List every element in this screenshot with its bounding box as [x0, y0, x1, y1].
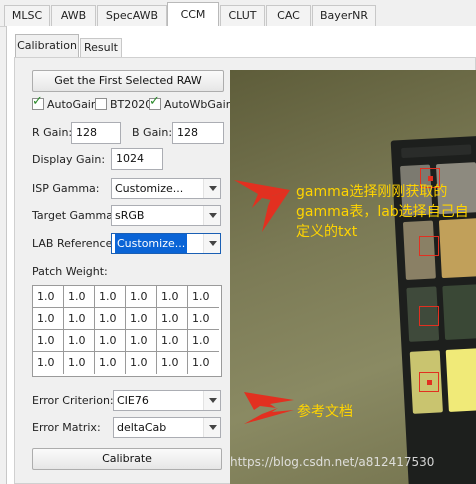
checkbox-box: ✓	[149, 94, 161, 110]
weight-cell[interactable]: 1.0	[157, 286, 188, 308]
tab-specawb[interactable]: SpecAWB	[97, 5, 167, 26]
chevron-down-icon[interactable]	[203, 418, 220, 437]
bt2020-label: BT2020	[110, 98, 153, 111]
tab-calibration[interactable]: Calibration	[15, 34, 79, 58]
display-gain-label: Display Gain:	[32, 153, 106, 166]
ccm-tool-window: MLSC AWB SpecAWB CCM CLUT CAC BayerNR Ca…	[0, 0, 476, 484]
check-icon: ✓	[149, 94, 160, 109]
checkbox-box: ✓	[32, 94, 44, 110]
patch-center-marker	[428, 176, 433, 181]
b-gain-field[interactable]: 128	[172, 122, 224, 144]
chart-patch	[442, 284, 476, 341]
weight-cell[interactable]: 1.0	[157, 330, 188, 352]
tab-bayernr[interactable]: BayerNR	[312, 5, 376, 26]
weight-cell[interactable]: 1.0	[188, 330, 219, 352]
autowbgain-checkbox[interactable]: ✓ AutoWbGain	[149, 94, 233, 112]
weight-cell[interactable]: 1.0	[157, 352, 188, 374]
get-first-selected-raw-button[interactable]: Get the First Selected RAW	[32, 70, 224, 92]
weight-cell[interactable]: 1.0	[95, 308, 126, 330]
tab-mlsc[interactable]: MLSC	[4, 5, 50, 26]
error-criterion-label: Error Criterion:	[32, 394, 114, 407]
r-gain-label: R Gain:	[32, 126, 73, 139]
weight-cell[interactable]: 1.0	[33, 308, 64, 330]
chart-header-strip	[401, 144, 472, 159]
weight-cell[interactable]: 1.0	[188, 308, 219, 330]
weight-cell[interactable]: 1.0	[64, 330, 95, 352]
patch-center-marker	[427, 380, 432, 385]
weight-cell[interactable]: 1.0	[188, 286, 219, 308]
error-criterion-value: CIE76	[117, 394, 149, 407]
tab-clut[interactable]: CLUT	[220, 5, 265, 26]
error-matrix-value: deltaCab	[117, 421, 167, 434]
weight-cell[interactable]: 1.0	[64, 286, 95, 308]
error-criterion-select[interactable]: CIE76	[113, 390, 221, 411]
weight-cell[interactable]: 1.0	[126, 286, 157, 308]
weight-cell[interactable]: 1.0	[126, 330, 157, 352]
weight-cell[interactable]: 1.0	[188, 352, 219, 374]
weight-cell[interactable]: 1.0	[33, 352, 64, 374]
tab-result[interactable]: Result	[80, 38, 122, 58]
weight-cell[interactable]: 1.0	[126, 352, 157, 374]
display-gain-field[interactable]: 1024	[111, 148, 163, 170]
chart-patch	[445, 347, 476, 412]
annotation-note-gamma: gamma选择刚刚获取的gamma表，lab选择自己自定义的txt	[296, 184, 469, 240]
lab-reference-label: LAB Reference:	[32, 237, 117, 250]
target-gamma-value: sRGB	[115, 209, 145, 222]
autowbgain-label: AutoWbGain	[164, 98, 233, 111]
tab-ccm[interactable]: CCM	[167, 2, 219, 27]
patch-weight-label: Patch Weight:	[32, 265, 108, 278]
weight-cell[interactable]: 1.0	[64, 308, 95, 330]
weight-cell[interactable]: 1.0	[157, 308, 188, 330]
check-icon: ✓	[32, 94, 43, 109]
isp-gamma-value: Customize...	[115, 182, 184, 195]
autogain-label: AutoGain	[47, 98, 98, 111]
weight-cell[interactable]: 1.0	[33, 330, 64, 352]
error-matrix-select[interactable]: deltaCab	[113, 417, 221, 438]
bt2020-checkbox[interactable]: BT2020	[95, 98, 152, 112]
weight-cell[interactable]: 1.0	[95, 330, 126, 352]
weight-cell[interactable]: 1.0	[95, 286, 126, 308]
lab-reference-value: Customize...	[115, 234, 188, 253]
isp-gamma-label: ISP Gamma:	[32, 182, 100, 195]
calibrate-button[interactable]: Calibrate	[32, 448, 222, 470]
top-tab-bar: MLSC AWB SpecAWB CCM CLUT CAC BayerNR	[0, 0, 476, 27]
checkbox-box	[95, 98, 107, 110]
chevron-down-icon[interactable]	[203, 391, 220, 410]
weight-cell[interactable]: 1.0	[64, 352, 95, 374]
patch-weight-grid: 1.0 1.0 1.0 1.0 1.0 1.0 1.0 1.0 1.0 1.0 …	[32, 285, 222, 377]
isp-gamma-select[interactable]: Customize...	[111, 178, 221, 199]
watermark: https://blog.csdn.net/a812417530	[230, 455, 435, 469]
b-gain-label: B Gain:	[132, 126, 173, 139]
lab-reference-select[interactable]: Customize...	[111, 233, 221, 254]
chevron-down-icon[interactable]	[203, 206, 220, 225]
target-gamma-select[interactable]: sRGB	[111, 205, 221, 226]
chevron-down-icon[interactable]	[203, 234, 220, 253]
target-gamma-label: Target Gamma:	[32, 209, 117, 222]
annotation-arrow-icon	[234, 180, 290, 232]
tab-awb[interactable]: AWB	[51, 5, 96, 26]
weight-cell[interactable]: 1.0	[95, 352, 126, 374]
weight-cell[interactable]: 1.0	[33, 286, 64, 308]
weight-cell[interactable]: 1.0	[126, 308, 157, 330]
patch-selection-box[interactable]	[419, 306, 439, 326]
autogain-checkbox[interactable]: ✓ AutoGain	[32, 94, 98, 112]
tab-cac[interactable]: CAC	[266, 5, 311, 26]
annotation-arrow-icon	[244, 392, 294, 424]
r-gain-field[interactable]: 128	[71, 122, 121, 144]
chevron-down-icon[interactable]	[203, 179, 220, 198]
error-matrix-label: Error Matrix:	[32, 421, 101, 434]
annotation-note-reference: 参考文档	[297, 404, 353, 420]
